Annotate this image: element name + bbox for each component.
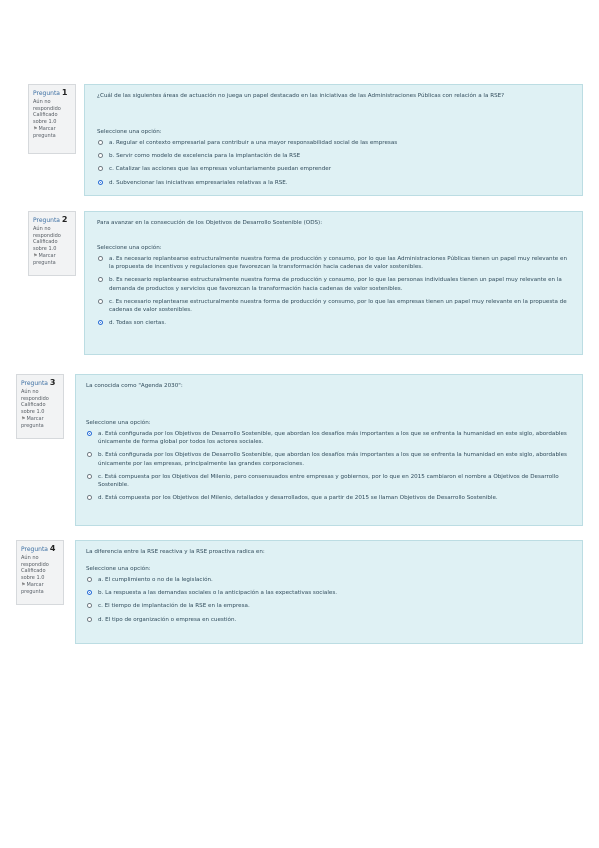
- radio-button[interactable]: [87, 473, 92, 479]
- radio-button[interactable]: [98, 256, 103, 262]
- radio-button[interactable]: [98, 166, 103, 172]
- flag-icon: ⚑: [33, 252, 38, 259]
- radio-button[interactable]: [87, 452, 92, 458]
- radio-button[interactable]: [87, 494, 92, 500]
- question-info-1: Pregunta 1 Aún no respondido Calificado …: [28, 84, 76, 154]
- answer-option-b[interactable]: b. Servir como modelo de excelencia para…: [97, 152, 573, 160]
- question-info-3: Pregunta 3 Aún no respondido Calificado …: [16, 374, 64, 439]
- answer-option-b[interactable]: b. Es necesario replantearse estructural…: [97, 276, 573, 292]
- answer-option-b[interactable]: b. Está configurada por los Objetivos de…: [86, 451, 573, 467]
- answer-prompt: Seleccione una opción:: [86, 566, 151, 573]
- radio-button-selected[interactable]: [98, 319, 103, 325]
- question-number: Pregunta 4: [21, 544, 56, 553]
- question-box-3: La conocida como "Agenda 2030": Seleccio…: [75, 374, 583, 526]
- question-number: Pregunta 2: [33, 215, 68, 224]
- answer-option-d[interactable]: d. Todas son ciertas.: [97, 319, 573, 327]
- radio-button-selected[interactable]: [87, 590, 92, 596]
- question-text: ¿Cuál de las siguientes áreas de actuaci…: [97, 93, 505, 99]
- answer-prompt: Seleccione una opción:: [86, 420, 151, 427]
- question-box-4: La diferencia entre la RSE reactiva y la…: [75, 540, 583, 644]
- answer-option-a[interactable]: a. Está configurada por los Objetivos de…: [86, 430, 573, 446]
- question-grade: Calificado sobre 1.0: [21, 402, 46, 416]
- question-number: Pregunta 1: [33, 88, 68, 97]
- answer-option-b[interactable]: b. La respuesta a las demandas sociales …: [86, 589, 573, 597]
- question-text: La conocida como "Agenda 2030":: [86, 383, 183, 389]
- question-grade: Calificado sobre 1.0: [33, 239, 58, 253]
- flag-question-link[interactable]: ⚑Marcar pregunta: [21, 582, 59, 596]
- answer-prompt: Seleccione una opción:: [97, 129, 162, 136]
- flag-icon: ⚑: [21, 581, 26, 588]
- radio-button[interactable]: [98, 298, 103, 304]
- radio-button[interactable]: [98, 140, 103, 146]
- flag-question-link[interactable]: ⚑Marcar pregunta: [33, 126, 71, 140]
- question-grade: Calificado sobre 1.0: [21, 568, 46, 582]
- answer-option-a[interactable]: a. Es necesario replantearse estructural…: [97, 255, 573, 271]
- question-text: La diferencia entre la RSE reactiva y la…: [86, 549, 265, 555]
- answer-option-c[interactable]: c. Es necesario replantearse estructural…: [97, 298, 573, 314]
- question-number: Pregunta 3: [21, 378, 56, 387]
- answer-option-a[interactable]: a. Regular el contexto empresarial para …: [97, 139, 573, 147]
- question-box-2: Para avanzar en la consecución de los Ob…: [84, 211, 583, 355]
- flag-icon: ⚑: [21, 415, 26, 422]
- answer-prompt: Seleccione una opción:: [97, 245, 162, 252]
- answer-option-c[interactable]: c. Está compuesta por los Objetivos del …: [86, 473, 573, 489]
- radio-button[interactable]: [87, 603, 92, 609]
- question-status: Aún no respondido: [33, 225, 61, 239]
- flag-question-link[interactable]: ⚑Marcar pregunta: [33, 253, 71, 267]
- answer-option-c[interactable]: c. El tiempo de implantación de la RSE e…: [86, 602, 573, 610]
- flag-icon: ⚑: [33, 125, 38, 132]
- question-status: Aún no respondido: [33, 98, 61, 112]
- radio-button[interactable]: [87, 577, 92, 583]
- radio-button[interactable]: [98, 277, 103, 283]
- question-box-1: ¿Cuál de las siguientes áreas de actuaci…: [84, 84, 583, 196]
- answer-option-d[interactable]: d. Subvencionar las iniciativas empresar…: [97, 179, 573, 187]
- answer-option-c[interactable]: c. Catalizar las acciones que las empres…: [97, 165, 573, 173]
- answer-option-a[interactable]: a. El cumplimiento o no de la legislació…: [86, 576, 573, 584]
- question-grade: Calificado sobre 1.0: [33, 112, 58, 126]
- answer-option-d[interactable]: d. Está compuesta por los Objetivos del …: [86, 494, 573, 502]
- answer-option-d[interactable]: d. El tipo de organización o empresa en …: [86, 616, 573, 624]
- radio-button[interactable]: [87, 616, 92, 622]
- question-info-2: Pregunta 2 Aún no respondido Calificado …: [28, 211, 76, 276]
- question-text: Para avanzar en la consecución de los Ob…: [97, 220, 323, 226]
- radio-button-selected[interactable]: [98, 179, 103, 185]
- question-info-4: Pregunta 4 Aún no respondido Calificado …: [16, 540, 64, 605]
- radio-button-selected[interactable]: [87, 431, 92, 437]
- question-status: Aún no respondido: [21, 554, 49, 568]
- question-status: Aún no respondido: [21, 388, 49, 402]
- flag-question-link[interactable]: ⚑Marcar pregunta: [21, 416, 59, 430]
- radio-button[interactable]: [98, 153, 103, 159]
